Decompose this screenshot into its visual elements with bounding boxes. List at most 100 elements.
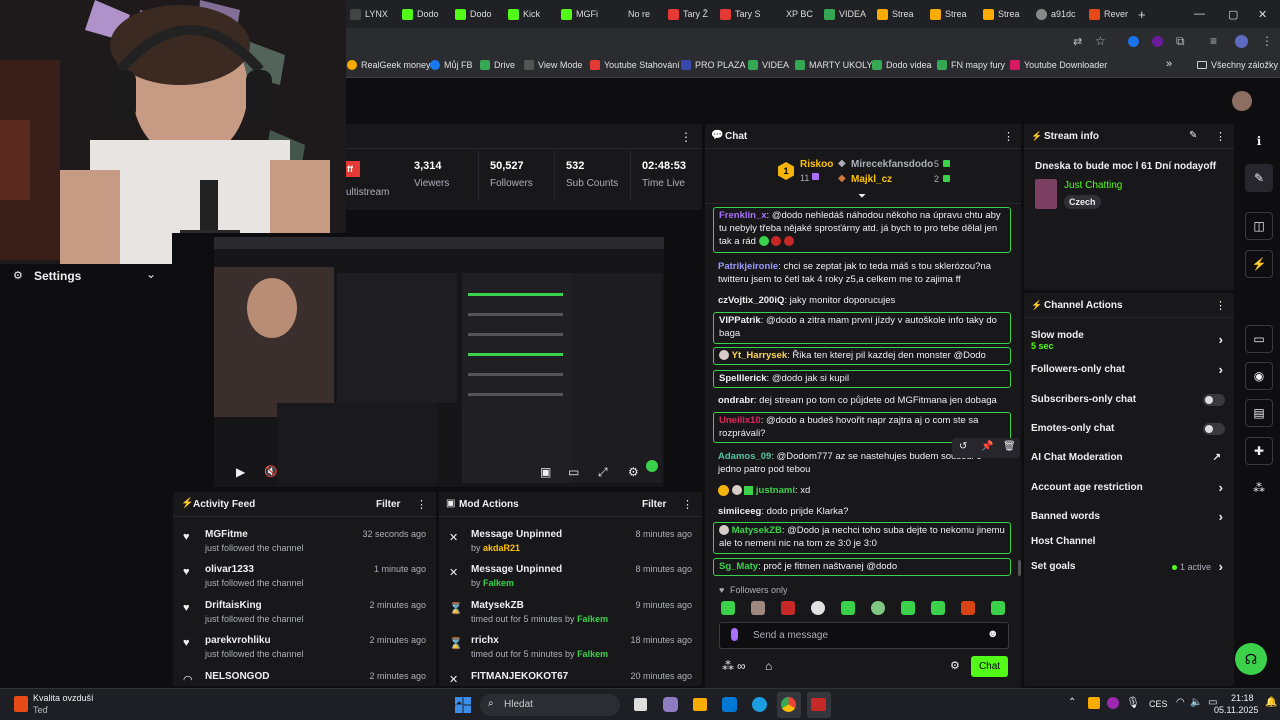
emoji-icon[interactable]: ☻ (987, 628, 999, 640)
chat-message[interactable]: MatysekZB: @Dodo ja nechci toho suba dej… (713, 522, 1011, 554)
browser-tab[interactable]: VIDEA (824, 4, 874, 24)
panels-icon[interactable]: ▤ (1245, 399, 1273, 427)
chrome-taskbar-button[interactable] (777, 692, 801, 718)
bookmark-item[interactable]: Youtube Stahování (590, 60, 680, 70)
host-channel-row[interactable]: Host Channel (1031, 536, 1225, 547)
microphone-icon[interactable] (731, 628, 738, 641)
chat-scrollbar[interactable] (1018, 560, 1021, 576)
all-bookmarks-button[interactable]: Všechny záložky (1197, 60, 1278, 70)
gifter-name[interactable]: Mirecekfansdodo (851, 159, 933, 170)
moderator-name[interactable]: Falkem (577, 649, 608, 659)
language-indicator[interactable]: CES (1149, 699, 1168, 709)
emote-icon[interactable] (781, 601, 795, 615)
community-icon[interactable]: ⁂ (722, 659, 734, 673)
moderator-name[interactable]: akdaR21 (483, 543, 520, 553)
reply-icon[interactable]: ↺ (959, 441, 967, 452)
pin-icon[interactable]: 📌 (981, 441, 993, 452)
chat-username[interactable]: Adamos_09 (718, 451, 771, 462)
bolt-icon[interactable]: ⚡ (1245, 250, 1273, 278)
chat-message[interactable]: simiiceeg: dodo prijde Klarka? (713, 504, 1011, 519)
bookmark-item[interactable]: Dodo videa (872, 60, 932, 70)
category-link[interactable]: Just Chatting (1064, 180, 1122, 191)
browser-menu-icon[interactable]: ⋮ (1261, 34, 1273, 48)
browser-tab[interactable]: MGFi (561, 4, 611, 24)
notification-icon[interactable]: 🔔 (1265, 697, 1277, 708)
follower-name[interactable]: DriftaisKing (205, 600, 262, 611)
follower-name[interactable]: NELSONGOD (205, 671, 269, 682)
mod-filter-button[interactable]: Filter (642, 499, 666, 510)
mod-action-title[interactable]: FITMANJEKOKOT67 (471, 671, 568, 682)
follower-name[interactable]: parekvrohliku (205, 635, 271, 646)
emotes-only-toggle[interactable] (1203, 423, 1225, 435)
app-taskbar-button[interactable] (807, 692, 831, 718)
chat-message[interactable]: Sg_Maty: proč je fitmen naštvanej @dodo (713, 558, 1011, 576)
fullscreen-icon[interactable]: ⤢ (598, 465, 608, 480)
media-icon[interactable]: ≡ (1210, 34, 1217, 48)
play-button[interactable]: ▶ (236, 465, 245, 479)
edit-icon[interactable]: ✎ (1245, 164, 1273, 192)
bookmark-item[interactable]: PRO PLAZA (681, 60, 746, 70)
mute-button[interactable]: 🔇 (264, 465, 278, 478)
clock-time[interactable]: 21:18 (1231, 693, 1254, 703)
gifter-name[interactable]: Majkl_cz (851, 174, 892, 185)
follower-name[interactable]: olivar1233 (205, 564, 254, 575)
moderator-name[interactable]: Falkem (577, 614, 608, 624)
infinity-icon[interactable]: ∞ (737, 659, 746, 673)
chat-username[interactable]: VIPPatrik (719, 315, 761, 326)
profile-avatar[interactable] (1235, 35, 1248, 48)
tray-icon[interactable] (1088, 697, 1100, 709)
volume-icon[interactable]: 🔈 (1190, 697, 1202, 708)
close-window-button[interactable]: ✕ (1258, 4, 1267, 24)
weather-widget[interactable]: Kvalita ovzduší (33, 693, 94, 703)
bookmark-star-icon[interactable]: ☆ (1095, 34, 1106, 48)
chat-username[interactable]: simiiceeg (718, 506, 761, 517)
browser-tab[interactable]: Dodo (402, 4, 448, 24)
chat-icon[interactable]: ▭ (1245, 325, 1273, 353)
minimize-button[interactable]: — (1194, 4, 1205, 24)
panel-menu-icon[interactable]: ⋮ (682, 498, 693, 511)
tray-icon[interactable] (1107, 697, 1119, 709)
moderator-name[interactable]: Falkem (483, 578, 514, 588)
bookmark-item[interactable]: RealGeek money (347, 60, 431, 70)
edit-icon[interactable]: ✎ (1189, 130, 1197, 141)
bookmarks-overflow-button[interactable]: » (1166, 58, 1172, 70)
edge-icon[interactable] (752, 697, 767, 712)
bookmark-item[interactable]: MARTY UKOLY (795, 60, 873, 70)
url-field[interactable] (352, 32, 1192, 52)
chat-input[interactable]: Send a message ☻ (719, 622, 1009, 649)
delete-icon[interactable]: 🗑 (1003, 441, 1016, 452)
browser-tab[interactable]: LYNX (350, 4, 396, 24)
chat-message[interactable]: Spelllerick: @dodo jak si kupil (713, 370, 1011, 388)
user-avatar[interactable] (1232, 91, 1252, 111)
puzzle-icon[interactable]: ⧉ (1176, 34, 1185, 49)
copilot-icon[interactable] (663, 697, 678, 712)
browser-tab[interactable]: a91dc (1036, 4, 1086, 24)
bookmark-item[interactable]: VIDEA (748, 60, 789, 70)
browser-tab[interactable]: Strea (983, 4, 1033, 24)
chevron-down-icon[interactable]: ⌄ (146, 267, 156, 281)
store-icon[interactable]: ⌂ (765, 659, 772, 673)
emote-icon[interactable] (721, 601, 735, 615)
banned-words-row[interactable]: Banned words › (1031, 509, 1225, 524)
emote-icon[interactable] (901, 601, 915, 615)
set-goals-row[interactable]: Set goals 1 active › (1031, 559, 1225, 574)
chat-username[interactable]: MatysekZB (732, 525, 782, 536)
layout-icon[interactable]: ◫ (1245, 212, 1273, 240)
community-icon[interactable]: ⁂ (1245, 474, 1273, 502)
settings-header[interactable]: ⚙ Settings ⌄ (0, 264, 172, 288)
slow-mode-row[interactable]: Slow mode 5 sec › (1031, 330, 1225, 354)
followers-only-row[interactable]: Followers-only chat › (1031, 362, 1225, 377)
browser-tab[interactable]: Kick (508, 4, 554, 24)
bookmark-item[interactable]: Drive (480, 60, 515, 70)
bookmark-item[interactable]: View Mode (524, 60, 582, 70)
emote-icon[interactable] (871, 601, 885, 615)
chat-message[interactable]: justnami: xd (713, 483, 1011, 498)
maximize-button[interactable]: ▢ (1228, 4, 1238, 24)
bookmark-item[interactable]: FN mapy fury (937, 60, 1005, 70)
info-icon[interactable]: ℹ (1245, 127, 1273, 155)
file-explorer-icon[interactable] (693, 698, 707, 711)
panel-menu-icon[interactable]: ⋮ (680, 130, 692, 144)
new-tab-button[interactable]: + (1138, 4, 1146, 24)
theater-icon[interactable]: ▭ (568, 465, 579, 479)
microphone-icon[interactable]: 🎙 (1126, 696, 1140, 709)
